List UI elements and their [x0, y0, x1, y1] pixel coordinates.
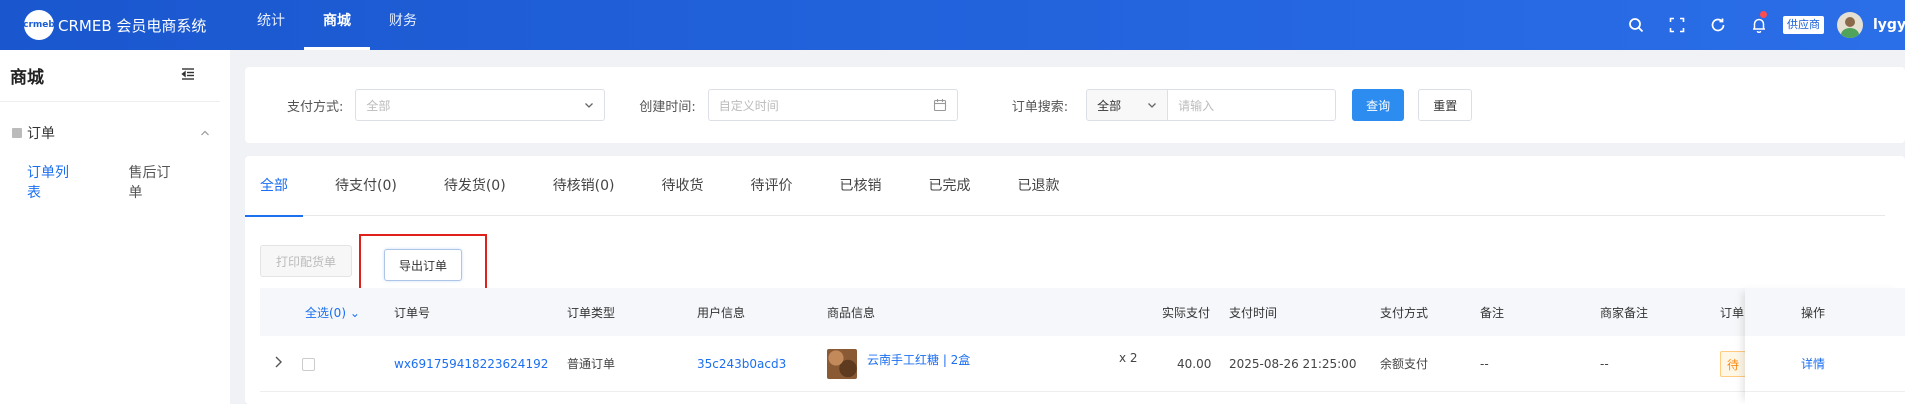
logo[interactable]: crmeb CRMEB 会员电商系统	[23, 10, 234, 40]
search-icon[interactable]	[1615, 0, 1656, 50]
paid-amount: 40.00	[1177, 356, 1212, 371]
col-product-info: 商品信息	[827, 305, 876, 320]
brand-name: CRMEB 会员电商系统	[58, 16, 207, 35]
col-merchant-remark: 商家备注	[1600, 305, 1649, 320]
col-order-type: 订单类型	[567, 305, 616, 320]
top-nav-mall[interactable]: 商城	[304, 0, 370, 50]
order-search-input[interactable]: 请输入	[1168, 89, 1337, 121]
col-pay-time: 支付时间	[1229, 305, 1278, 320]
top-right-tools: 供应商 lygys	[1615, 0, 1905, 50]
product-quantity: x 2	[1119, 351, 1138, 365]
product-name-link[interactable]: 云南手工红糖 | 2盒	[867, 351, 970, 368]
fullscreen-icon[interactable]	[1656, 0, 1697, 50]
avatar[interactable]	[1837, 12, 1863, 38]
filter-panel: 支付方式: 全部 创建时间: 自定义时间 订单搜索: 全部 请输入 查询 重置	[245, 67, 1905, 143]
order-status-tabs: 全部 待支付(0) 待发货(0) 待核销(0) 待收货 待评价 已核销 已完成 …	[245, 156, 1885, 217]
query-button[interactable]: 查询	[1352, 89, 1405, 121]
logo-badge: crmeb	[23, 10, 55, 40]
tab-completed[interactable]: 已完成	[929, 156, 971, 216]
create-time-picker[interactable]: 自定义时间	[707, 89, 958, 121]
sidebar-item-order-list[interactable]: 订单列表	[27, 162, 79, 202]
export-orders-button[interactable]: 导出订单	[384, 249, 463, 281]
sidebar-group-orders[interactable]: 订单	[0, 110, 230, 156]
top-bar: crmeb CRMEB 会员电商系统 统计 商城 财务 供应商 lygys	[0, 0, 1905, 50]
top-nav-finance[interactable]: 财务	[370, 0, 436, 50]
col-remark: 备注	[1480, 305, 1505, 320]
sidebar: 商城 订单 订单列表 售后订单	[0, 50, 230, 404]
refresh-icon[interactable]	[1697, 0, 1738, 50]
pay-method-value: 全部	[366, 98, 391, 113]
top-nav: 统计 商城 财务	[238, 0, 436, 50]
chevron-up-icon	[201, 130, 209, 136]
remark: --	[1480, 356, 1489, 371]
order-group-icon	[12, 128, 22, 138]
menu-collapse-icon[interactable]	[180, 66, 196, 86]
create-time-placeholder: 自定义时间	[718, 98, 779, 113]
tab-refunded[interactable]: 已退款	[1018, 156, 1060, 216]
detail-link[interactable]: 详情	[1801, 355, 1825, 372]
role-badge: 供应商	[1783, 16, 1824, 34]
search-type-select[interactable]: 全部	[1086, 89, 1169, 121]
username[interactable]: lygys	[1873, 17, 1905, 33]
sidebar-item-after-sale[interactable]: 售后订单	[129, 162, 181, 202]
order-list-card: 全部 待支付(0) 待发货(0) 待核销(0) 待收货 待评价 已核销 已完成 …	[245, 156, 1905, 404]
order-search-label: 订单搜索:	[1011, 99, 1069, 115]
search-type-value: 全部	[1097, 98, 1122, 113]
sidebar-group-label: 订单	[27, 126, 55, 142]
tab-verified[interactable]: 已核销	[840, 156, 882, 216]
notification-dot	[1760, 11, 1767, 18]
pay-method-select[interactable]: 全部	[355, 89, 606, 121]
pay-method-label: 支付方式:	[287, 99, 344, 115]
tab-pending-payment[interactable]: 待支付(0)	[335, 156, 397, 216]
fixed-operation-column: 操作 详情	[1745, 288, 1905, 404]
tab-all[interactable]: 全部	[245, 156, 303, 217]
table-header: 全选(0) ⌄ 订单号 订单类型 用户信息 商品信息 实际支付 支付时间 支付方…	[260, 288, 1905, 336]
pay-time: 2025-08-26 21:25:00	[1229, 356, 1357, 371]
chevron-down-icon	[1148, 103, 1157, 108]
col-pay-method: 支付方式	[1380, 305, 1429, 320]
row-checkbox[interactable]	[302, 358, 315, 371]
order-actions: 打印配货单 导出订单	[260, 230, 488, 296]
sidebar-title: 商城	[10, 68, 44, 88]
user-link[interactable]: 35c243b0acd3	[697, 357, 786, 371]
sidebar-header: 商城	[0, 50, 220, 102]
reset-button[interactable]: 重置	[1418, 89, 1473, 121]
tab-pending-shipment[interactable]: 待发货(0)	[444, 156, 506, 216]
col-user-info: 用户信息	[697, 305, 746, 320]
order-table: 全选(0) ⌄ 订单号 订单类型 用户信息 商品信息 实际支付 支付时间 支付方…	[260, 288, 1905, 404]
product-thumbnail	[827, 349, 857, 379]
pay-method: 余额支付	[1380, 357, 1429, 371]
chevron-down-icon	[585, 103, 594, 108]
sidebar-sub-items: 订单列表 售后订单	[0, 162, 230, 202]
merchant-remark: --	[1600, 356, 1609, 371]
calendar-icon	[933, 99, 946, 112]
chevron-right-icon[interactable]	[272, 355, 284, 372]
table-row[interactable]: wx691759418223624192 普通订单 35c243b0acd3 云…	[260, 336, 1905, 392]
create-time-label: 创建时间:	[639, 99, 696, 115]
order-type: 普通订单	[567, 357, 616, 371]
top-nav-statistics[interactable]: 统计	[238, 0, 304, 50]
tab-pending-receipt[interactable]: 待收货	[662, 156, 704, 216]
order-search-placeholder: 请输入	[1178, 98, 1215, 113]
select-all-toggle[interactable]: 全选(0) ⌄	[305, 304, 360, 321]
col-order-status: 订单	[1720, 305, 1745, 320]
print-packing-list-button[interactable]: 打印配货单	[260, 245, 353, 277]
tab-pending-verification[interactable]: 待核销(0)	[553, 156, 615, 216]
status-badge: 待	[1720, 351, 1747, 377]
bell-icon[interactable]	[1738, 0, 1779, 50]
tab-pending-review[interactable]: 待评价	[751, 156, 793, 216]
export-highlight-box: 导出订单	[359, 234, 488, 296]
col-paid: 实际支付	[1162, 305, 1211, 320]
col-order-no: 订单号	[394, 305, 431, 320]
order-number-link[interactable]: wx691759418223624192	[394, 357, 548, 371]
col-operation: 操作	[1745, 288, 1905, 336]
